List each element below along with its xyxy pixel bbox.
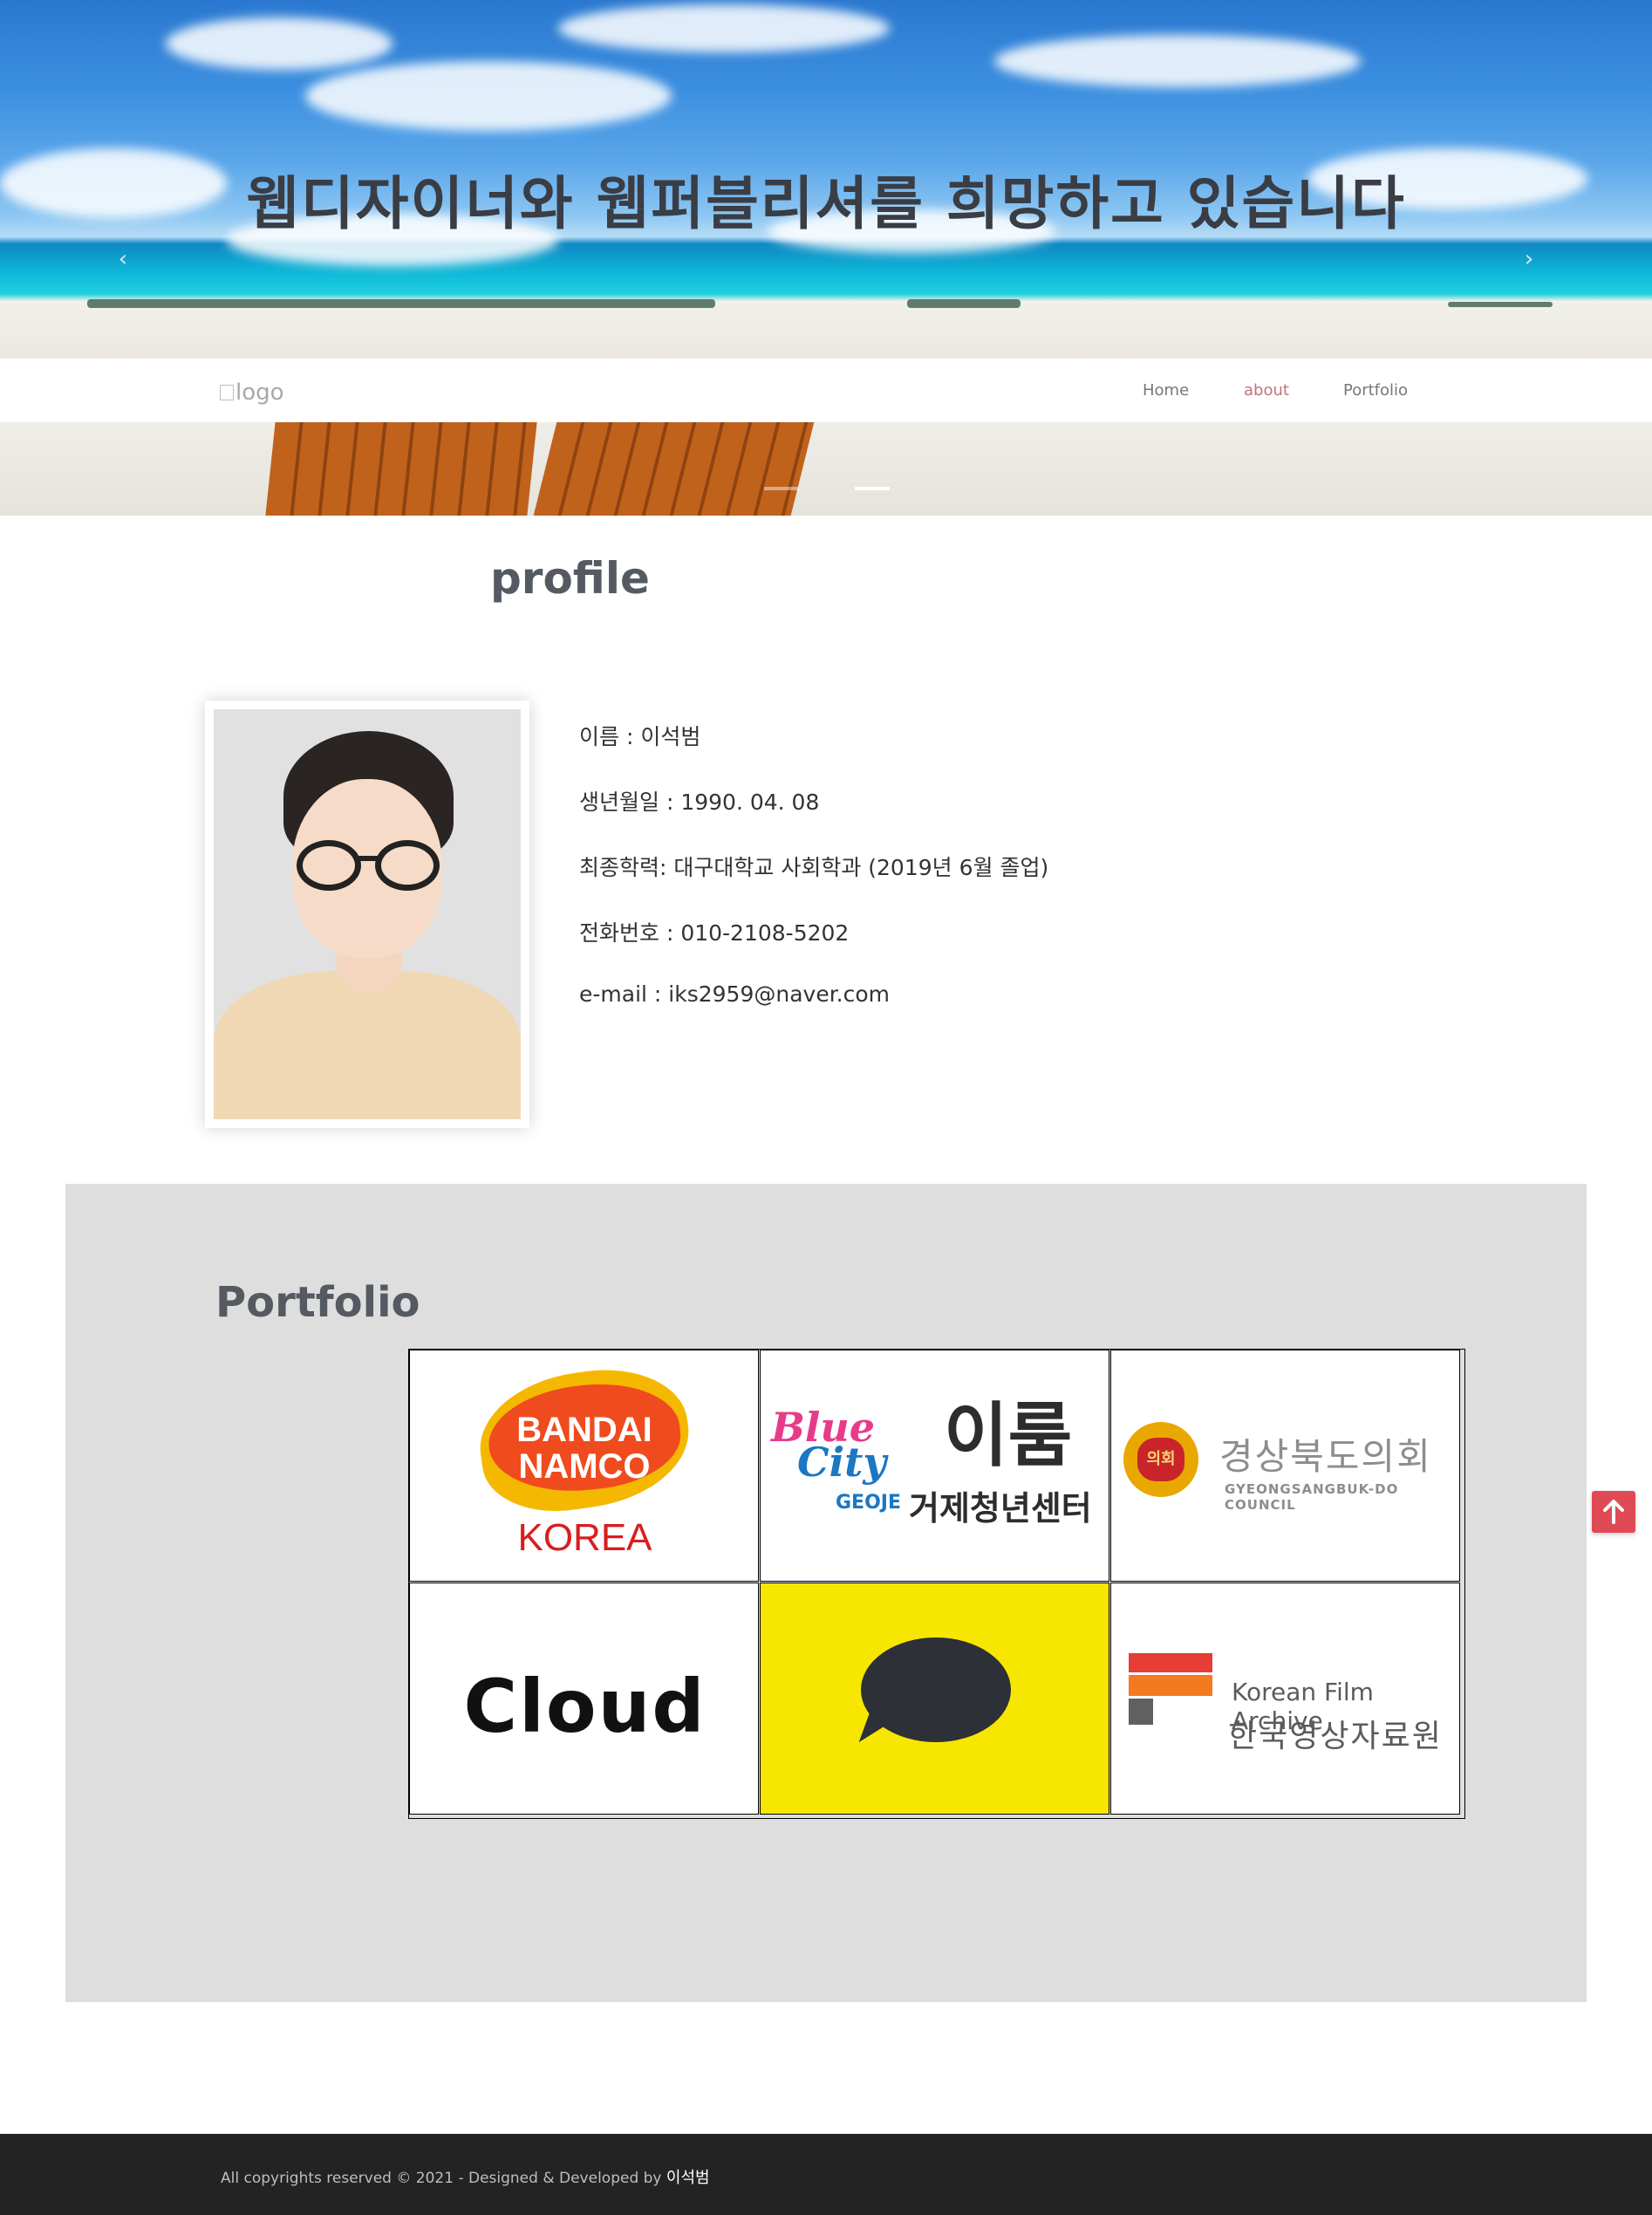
photo-glasses-right xyxy=(375,840,440,891)
nav-item-portfolio[interactable]: Portfolio xyxy=(1343,381,1408,400)
logo[interactable]: logo xyxy=(220,379,284,406)
kakao-speech-bubble-icon xyxy=(861,1637,1011,1742)
carousel-next-icon[interactable]: › xyxy=(1516,246,1542,272)
cloud-shape xyxy=(558,4,890,52)
council-korean-name: 경상북도의회 xyxy=(1219,1435,1432,1478)
portfolio-item-cloud[interactable]: Cloud xyxy=(409,1583,759,1815)
portfolio-heading: Portfolio xyxy=(215,1278,420,1327)
profile-birthdate: 생년월일 : 1990. 04. 08 xyxy=(579,790,820,815)
carousel-prev-icon[interactable]: ‹ xyxy=(110,246,136,272)
carousel-indicator[interactable] xyxy=(764,487,799,490)
council-english-name: GYEONGSANGBUK-DO COUNCIL xyxy=(1225,1481,1399,1513)
youth-center-word: 거제청년센터 xyxy=(909,1489,1092,1528)
carousel-indicator-active[interactable] xyxy=(855,487,890,490)
city-word: City xyxy=(797,1439,887,1486)
profile-education: 최종학력: 대구대학교 사회학과 (2019년 6월 졸업) xyxy=(579,855,1049,880)
cloud-shape xyxy=(166,17,393,70)
kfa-logo-bar xyxy=(1129,1653,1212,1672)
bandai-korea-word: KOREA xyxy=(517,1516,652,1559)
portfolio-item-kakao[interactable] xyxy=(760,1583,1109,1815)
navigation-bar: logo Home about Portfolio xyxy=(0,359,1652,422)
cloud-shape xyxy=(305,61,672,131)
geoje-word: GEOJE xyxy=(836,1492,902,1514)
bandai-logo-text: BANDAI NAMCO xyxy=(488,1412,680,1485)
nav-item-about[interactable]: about xyxy=(1244,381,1289,400)
scroll-to-top-button[interactable] xyxy=(1592,1491,1635,1533)
kfa-korean-name: 한국영상자료원 xyxy=(1228,1719,1443,1754)
nav-item-home[interactable]: Home xyxy=(1143,381,1189,400)
footer-copyright: All copyrights reserved © 2021 - Designe… xyxy=(221,2165,710,2188)
portfolio-item-korean-film-archive[interactable]: Korean Film Archive 한국영상자료원 xyxy=(1110,1583,1460,1815)
kfa-logo-bar xyxy=(1129,1675,1212,1696)
profile-phone: 전화번호 : 010-2108-5202 xyxy=(579,920,850,946)
island-strip xyxy=(907,299,1021,308)
cloud-logo-text: Cloud xyxy=(463,1664,707,1749)
profile-photo xyxy=(214,709,521,1119)
ireum-word: 이룸 xyxy=(944,1395,1073,1476)
portfolio-grid: BANDAI NAMCO KOREA Blue City GEOJE 이룸 거제… xyxy=(408,1349,1465,1819)
hero-beach-image xyxy=(0,422,1652,516)
beach-chair xyxy=(533,422,815,516)
photo-shirt xyxy=(214,971,521,1119)
portfolio-item-gyeongsangbuk-council[interactable]: 의회 경상북도의회 GYEONGSANGBUK-DO COUNCIL xyxy=(1110,1350,1460,1582)
footer-author: 이석범 xyxy=(666,2169,710,2187)
kfa-logo-bar xyxy=(1129,1699,1153,1725)
profile-email[interactable]: e-mail : iks2959@naver.com xyxy=(579,981,890,1007)
arrow-up-icon xyxy=(1603,1500,1624,1524)
footer-copyright-text: All copyrights reserved © 2021 - Designe… xyxy=(221,2170,662,2187)
profile-name: 이름 : 이석범 xyxy=(579,724,701,749)
council-seal-label: 의회 xyxy=(1137,1438,1184,1481)
portfolio-item-bandai-namco[interactable]: BANDAI NAMCO KOREA xyxy=(409,1350,759,1582)
hero-banner: 웹디자이너와 웹퍼블리셔를 희망하고 있습니다 ‹ › xyxy=(0,0,1652,359)
namco-word: NAMCO xyxy=(518,1447,651,1486)
profile-heading: profile xyxy=(490,553,650,604)
beach-chair xyxy=(265,422,537,516)
island-strip xyxy=(1448,302,1553,307)
logo-alt-text: logo xyxy=(236,379,284,406)
portfolio-item-blue-city[interactable]: Blue City GEOJE 이룸 거제청년센터 xyxy=(760,1350,1109,1582)
cloud-shape xyxy=(994,35,1361,87)
photo-glasses-bridge xyxy=(358,856,380,861)
island-strip xyxy=(87,299,715,308)
hero-title: 웹디자이너와 웹퍼블리셔를 희망하고 있습니다 xyxy=(246,170,1406,237)
broken-image-icon xyxy=(220,385,234,400)
bandai-word: BANDAI xyxy=(516,1411,652,1449)
footer: All copyrights reserved © 2021 - Designe… xyxy=(0,2134,1652,2215)
photo-glasses-left xyxy=(297,840,361,891)
blue-city-logo: Blue City xyxy=(771,1407,887,1486)
profile-photo-frame xyxy=(205,701,529,1128)
